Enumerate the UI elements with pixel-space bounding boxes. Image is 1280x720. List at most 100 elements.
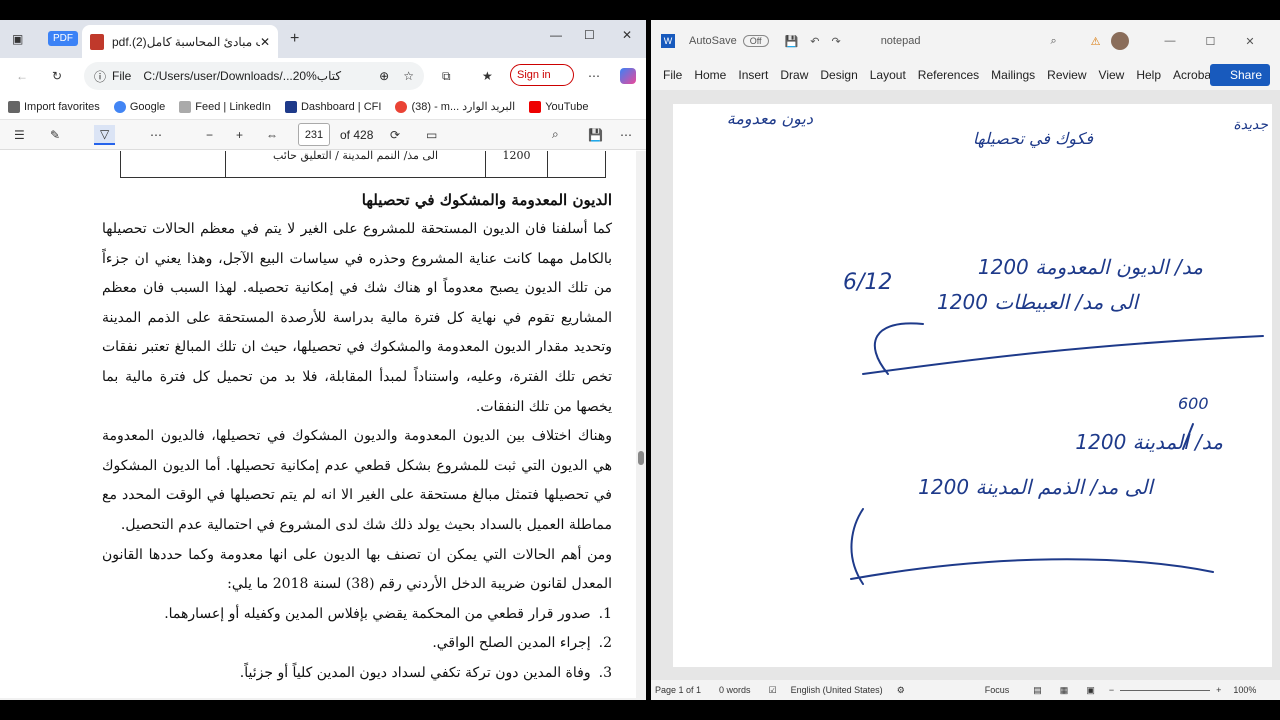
tab-references[interactable]: References (918, 68, 979, 82)
contents-icon[interactable]: ☰ (14, 128, 25, 142)
word-titlebar: W AutoSave Off 💾 ↶ ↷ notepad ⌕ ⚠ — ☐ ✕ (651, 20, 1280, 62)
list-number: 2. (598, 635, 612, 652)
page-view-icon[interactable]: ▭ (426, 128, 437, 142)
zoom-out-icon[interactable]: − (206, 128, 213, 142)
word-count[interactable]: 0 words (719, 685, 751, 695)
page-count[interactable]: Page 1 of 1 (655, 685, 701, 695)
minimize-icon[interactable]: — (1165, 35, 1176, 47)
fav-gmail[interactable]: (38) - m... البريد الوارد (395, 100, 515, 113)
more-menu-icon[interactable]: ⋯ (588, 69, 600, 83)
handwriting: 1200 مد/ الديون المعدومة (978, 255, 1203, 279)
new-tab-icon[interactable]: + (290, 30, 299, 48)
rotate-icon[interactable]: ⟳ (390, 128, 400, 142)
edge-window: ▣ PDF pdf.(2)كتاب مبادئ المحاسبة كامل* ✕… (0, 20, 646, 700)
zoom-out-icon[interactable]: − (1109, 685, 1114, 695)
fav-linkedin[interactable]: Feed | LinkedIn (179, 100, 271, 113)
share-label: Share (1229, 68, 1263, 82)
autosave-toggle[interactable]: Off (742, 35, 769, 47)
draw-icon[interactable]: ✎ (50, 128, 60, 142)
table-remnant: 1200 الى مذ/ النمم المدينة / التعليق حائ… (120, 150, 606, 178)
search-icon[interactable]: ⌕ (552, 127, 559, 142)
zoom-level[interactable]: 100% (1233, 685, 1256, 695)
tab-draw[interactable]: Draw (780, 68, 808, 82)
fav-import[interactable]: Import favorites (8, 100, 100, 113)
paragraph: كما أسلفنا فان الديون المستحقة للمشروع ع… (102, 221, 612, 415)
refresh-icon[interactable]: ↻ (52, 69, 62, 83)
tab-view[interactable]: View (1099, 68, 1125, 82)
tab-mailings[interactable]: Mailings (991, 68, 1035, 82)
url-box[interactable]: ⓘ File C:/Users/user/Downloads/...20%كتا… (84, 62, 424, 90)
close-tab-icon[interactable]: ✕ (260, 35, 270, 49)
fav-google[interactable]: Google (113, 100, 166, 113)
zoom-in-icon[interactable]: + (1216, 685, 1221, 695)
scroll-thumb[interactable] (638, 451, 644, 465)
file-label: File (112, 69, 132, 83)
table-cell (121, 151, 225, 177)
list-number: 3. (598, 664, 612, 681)
vertical-scrollbar[interactable] (636, 151, 646, 698)
tab-pdf[interactable]: pdf.(2)كتاب مبادئ المحاسبة كامل* ✕ (82, 25, 278, 58)
tab-home[interactable]: Home (694, 68, 726, 82)
zoom-icon[interactable]: ⊕ (379, 69, 389, 83)
fav-cfi[interactable]: Dashboard | CFI (284, 100, 381, 113)
close-window-icon[interactable]: ✕ (622, 28, 632, 42)
redo-icon[interactable]: ↷ (831, 35, 840, 48)
autosave-label: AutoSave (689, 35, 737, 47)
pdf-badge: PDF (48, 31, 78, 46)
paragraph: ومن أهم الحالات التي يمكن ان تصنف بها ال… (102, 546, 612, 593)
maximize-icon[interactable]: ☐ (1206, 35, 1216, 48)
favorite-star-icon[interactable]: ☆ (403, 69, 414, 83)
maximize-icon[interactable]: ☐ (584, 28, 595, 42)
list-item: 1. صدور قرار قطعي من المحكمة يقضي بإفلاس … (102, 600, 612, 630)
highlight-icon[interactable]: ▽ (94, 124, 116, 145)
zoom-slider[interactable] (1120, 689, 1211, 691)
tab-file[interactable]: File (663, 68, 682, 82)
list-item: 3. وفاة المدين دون تركة تكفي لسداد ديون ا… (102, 659, 612, 689)
favorites-icon[interactable]: ★ (482, 69, 493, 83)
web-layout-icon[interactable]: ▣ (1086, 685, 1095, 696)
accessibility-icon[interactable]: ⚙ (897, 685, 905, 696)
page-number-input[interactable]: 231 (298, 123, 330, 146)
handwriting: فكوك في تحصيلها (973, 129, 1093, 148)
close-icon[interactable]: ✕ (1245, 35, 1254, 48)
save-icon[interactable]: 💾 (785, 35, 799, 48)
language[interactable]: English (United States) (791, 685, 883, 695)
document-page[interactable]: ديون معدومة فكوك في تحصيلها جديدة 6/12 1… (673, 104, 1272, 667)
tab-acrobat[interactable]: Acrobat (1173, 68, 1214, 82)
zoom-in-icon[interactable]: + (236, 128, 243, 142)
document-name[interactable]: notepad (881, 35, 921, 47)
read-mode-icon[interactable]: ▤ (1033, 685, 1042, 696)
focus-button[interactable]: Focus (985, 685, 1010, 695)
print-layout-icon[interactable]: ▦ (1060, 685, 1069, 696)
tab-review[interactable]: Review (1047, 68, 1086, 82)
share-button[interactable]: Share (1210, 64, 1270, 86)
tab-actions-icon[interactable]: ▣ (12, 32, 23, 46)
warning-icon[interactable]: ⚠ (1091, 35, 1101, 48)
ribbon-tabs: File Home Insert Draw Design Layout Refe… (651, 62, 1280, 88)
fit-width-icon[interactable]: ⇔ (266, 128, 278, 142)
horizontal-ruler[interactable] (651, 90, 1280, 104)
fav-youtube[interactable]: YouTube (529, 100, 588, 113)
tab-insert[interactable]: Insert (738, 68, 768, 82)
undo-icon[interactable]: ↶ (810, 35, 819, 48)
horizontal-scrollbar[interactable] (0, 698, 646, 700)
save-icon[interactable]: 💾 (588, 128, 603, 142)
handwriting: جديدة (1233, 117, 1268, 133)
tab-design[interactable]: Design (820, 68, 857, 82)
extensions-icon[interactable]: ⧉ (442, 69, 451, 84)
address-bar: ← ↻ ⓘ File C:/Users/user/Downloads/...20… (0, 58, 646, 94)
pdf-more-icon[interactable]: ⋯ (620, 128, 632, 142)
avatar[interactable] (1110, 32, 1129, 50)
back-icon[interactable]: ← (16, 69, 28, 83)
pdf-file-icon (90, 33, 104, 50)
minimize-icon[interactable]: — (550, 28, 562, 42)
proofing-icon[interactable]: ☑ (769, 685, 777, 696)
signin-button[interactable]: Sign in (510, 64, 574, 86)
more-tools-icon[interactable]: ⋯ (150, 128, 162, 142)
table-cell: 1200 (485, 150, 547, 177)
tab-layout[interactable]: Layout (870, 68, 906, 82)
copilot-icon[interactable] (620, 68, 636, 84)
tab-help[interactable]: Help (1136, 68, 1161, 82)
search-icon[interactable]: ⌕ (1050, 35, 1056, 48)
fav-label: Google (129, 100, 166, 113)
